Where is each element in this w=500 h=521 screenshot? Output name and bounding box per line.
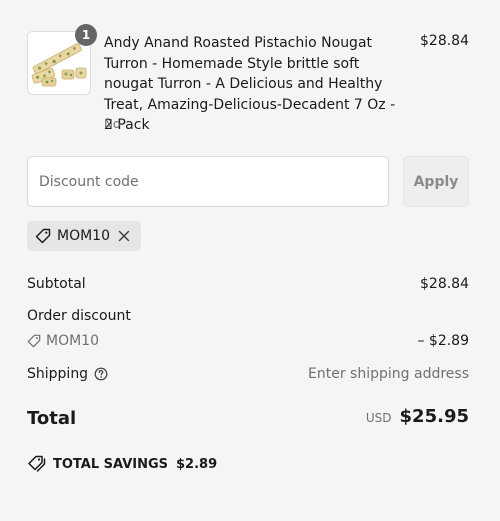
total-row: Total USD $25.95 bbox=[27, 406, 469, 436]
total-label: Total bbox=[27, 408, 77, 429]
tag-icon bbox=[35, 228, 51, 244]
discount-code-input[interactable] bbox=[27, 156, 389, 207]
order-discount-label: Order discount bbox=[27, 308, 131, 324]
discount-code-row: MOM10 – $2.89 bbox=[27, 333, 469, 353]
product-price: $28.84 bbox=[420, 33, 469, 49]
product-title: Andy Anand Roasted Pistachio Nougat Turr… bbox=[104, 35, 396, 134]
help-circle-icon[interactable] bbox=[94, 367, 108, 381]
shipping-label-wrap: Shipping bbox=[27, 366, 108, 382]
discount-code-text: MOM10 bbox=[46, 333, 99, 349]
subtotal-label: Subtotal bbox=[27, 276, 86, 292]
subtotal-row: Subtotal $28.84 bbox=[27, 276, 469, 296]
total-savings-label: TOTAL SAVINGS bbox=[53, 456, 169, 472]
order-summary: 1 Andy Anand Roasted Pistachio Nougat Tu… bbox=[0, 0, 500, 521]
shipping-value: Enter shipping address bbox=[308, 366, 469, 382]
discount-value: – $2.89 bbox=[417, 333, 469, 349]
line-item: 1 Andy Anand Roasted Pistachio Nougat Tu… bbox=[27, 24, 469, 133]
shipping-row: Shipping Enter shipping address bbox=[27, 366, 469, 386]
currency-code: USD bbox=[365, 411, 392, 425]
total-value-wrap: USD $25.95 bbox=[366, 406, 469, 427]
shipping-label: Shipping bbox=[27, 366, 89, 382]
total-savings-amount: $2.89 bbox=[176, 456, 218, 472]
applied-discount-tag: MOM10 bbox=[27, 221, 141, 251]
tag-icon bbox=[27, 334, 41, 348]
discount-tag-code: MOM10 bbox=[57, 228, 110, 244]
product-variant: No bbox=[104, 117, 121, 131]
subtotal-value: $28.84 bbox=[420, 276, 469, 292]
product-thumbnail-wrapper: 1 bbox=[27, 24, 97, 95]
total-savings: TOTAL SAVINGS $2.89 bbox=[27, 455, 217, 473]
order-discount-row: Order discount bbox=[27, 308, 469, 328]
quantity-badge: 1 bbox=[75, 24, 97, 46]
discount-code-line: MOM10 bbox=[27, 333, 99, 349]
remove-discount-button[interactable] bbox=[118, 230, 130, 242]
total-amount: $25.95 bbox=[399, 406, 469, 427]
double-tag-icon bbox=[28, 455, 46, 472]
close-icon bbox=[118, 230, 130, 242]
apply-discount-button[interactable]: Apply bbox=[403, 156, 469, 207]
